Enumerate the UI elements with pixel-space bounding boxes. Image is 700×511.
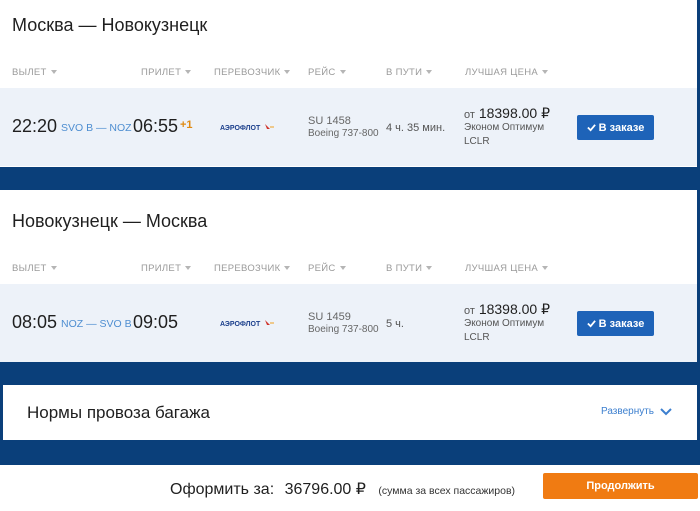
arrive-time: 09:05 xyxy=(133,312,179,332)
flight-row[interactable]: 22:20 SVO B — NOZ 06:55 +1 АЭРОФЛОТ SU 1… xyxy=(0,88,697,166)
flight-row[interactable]: 08:05 NOZ — SVO B 09:05 АЭРОФЛОТ SU 1459… xyxy=(0,284,697,362)
sort-caret-icon xyxy=(426,266,433,271)
column-header-arrive[interactable]: ПРИЛЕТ xyxy=(141,263,192,274)
sort-caret-icon xyxy=(50,70,57,75)
price-value: 18398.00 ₽ xyxy=(478,105,551,121)
sort-caret-icon xyxy=(185,70,192,75)
total-amount: 36796.00 ₽ xyxy=(284,481,366,498)
fare-class: Эконом Оптимум xyxy=(464,122,545,133)
column-header-flight[interactable]: РЕЙС xyxy=(308,67,346,78)
column-header-carrier[interactable]: ПЕРЕВОЗЧИК xyxy=(214,263,291,274)
checkout-summary: Оформить за: 36796.00 ₽ (сумма за всех п… xyxy=(170,479,515,499)
column-header-best-price[interactable]: ЛУЧШАЯ ЦЕНА xyxy=(465,263,549,274)
flight-number: SU 1459 xyxy=(308,311,351,323)
expand-label: Развернуть xyxy=(601,406,655,417)
segment-panel-return: Новокузнецк — Москва ВЫЛЕТ ПРИЛЕТ ПЕРЕВО… xyxy=(0,190,697,362)
column-header-duration[interactable]: В ПУТИ xyxy=(386,67,433,78)
best-price: от 18398.00 ₽ xyxy=(464,105,550,122)
route-codes: NOZ — SVO B xyxy=(61,318,132,330)
checkout-label: Оформить за: xyxy=(170,481,275,498)
sort-caret-icon xyxy=(426,70,433,75)
column-header-flight[interactable]: РЕЙС xyxy=(308,263,346,274)
check-icon xyxy=(586,124,596,132)
price-prefix: от xyxy=(464,109,475,121)
check-icon xyxy=(586,320,596,328)
route-title: Москва — Новокузнецк xyxy=(12,15,208,35)
sort-caret-icon xyxy=(185,266,192,271)
column-header-duration[interactable]: В ПУТИ xyxy=(386,263,433,274)
day-offset-badge: +1 xyxy=(180,119,193,131)
column-header-depart[interactable]: ВЫЛЕТ xyxy=(12,67,57,78)
fare-code: LCLR xyxy=(464,332,490,343)
fare-class: Эконом Оптимум xyxy=(464,318,545,329)
continue-button[interactable]: Продолжить xyxy=(543,473,698,499)
sort-caret-icon xyxy=(542,266,549,271)
baggage-panel[interactable]: Нормы провоза багажа Развернуть xyxy=(3,385,697,440)
arrive-time: 06:55 xyxy=(133,116,179,136)
price-value: 18398.00 ₽ xyxy=(478,301,551,317)
sort-caret-icon xyxy=(542,70,549,75)
sort-caret-icon xyxy=(339,266,346,271)
fare-info: Эконом Оптимум LCLR xyxy=(464,317,544,345)
total-note: (сумма за всех пассажиров) xyxy=(378,485,516,497)
aeroflot-logo: АЭРОФЛОТ xyxy=(220,124,274,132)
aircraft-type: Boeing 737-800 xyxy=(308,128,379,139)
expand-link[interactable]: Развернуть xyxy=(601,406,672,417)
route-title: Новокузнецк — Москва xyxy=(12,211,208,231)
sort-caret-icon xyxy=(284,70,291,75)
column-header-best-price[interactable]: ЛУЧШАЯ ЦЕНА xyxy=(465,67,549,78)
price-prefix: от xyxy=(464,305,475,317)
flight-duration: 5 ч. xyxy=(386,318,404,330)
sort-caret-icon xyxy=(284,266,291,271)
depart-time: 22:20 xyxy=(12,116,58,136)
flight-number: SU 1458 xyxy=(308,115,351,127)
in-order-button[interactable]: В заказе xyxy=(577,311,654,336)
sort-caret-icon xyxy=(339,70,346,75)
fare-info: Эконом Оптимум LCLR xyxy=(464,121,544,149)
sort-caret-icon xyxy=(50,266,57,271)
flight-duration: 4 ч. 35 мин. xyxy=(386,122,446,134)
column-header-depart[interactable]: ВЫЛЕТ xyxy=(12,263,57,274)
aircraft-type: Boeing 737-800 xyxy=(308,324,379,335)
fare-code: LCLR xyxy=(464,136,490,147)
checkout-footer: Оформить за: 36796.00 ₽ (сумма за всех п… xyxy=(0,465,700,511)
route-codes: SVO B — NOZ xyxy=(61,122,132,134)
in-order-label: В заказе xyxy=(598,121,645,134)
segment-panel-outbound: Москва — Новокузнецк ВЫЛЕТ ПРИЛЕТ ПЕРЕВО… xyxy=(0,0,697,167)
in-order-label: В заказе xyxy=(598,317,645,330)
column-header-arrive[interactable]: ПРИЛЕТ xyxy=(141,67,192,78)
in-order-button[interactable]: В заказе xyxy=(577,115,654,140)
baggage-title: Нормы провоза багажа xyxy=(27,403,210,422)
best-price: от 18398.00 ₽ xyxy=(464,301,550,318)
aeroflot-logo: АЭРОФЛОТ xyxy=(220,320,274,328)
carrier-logo-text: АЭРОФЛОТ xyxy=(220,125,261,132)
carrier-logo-text: АЭРОФЛОТ xyxy=(220,321,261,328)
chevron-down-icon xyxy=(660,407,672,415)
depart-time: 08:05 xyxy=(12,312,58,332)
column-header-carrier[interactable]: ПЕРЕВОЗЧИК xyxy=(214,67,291,78)
